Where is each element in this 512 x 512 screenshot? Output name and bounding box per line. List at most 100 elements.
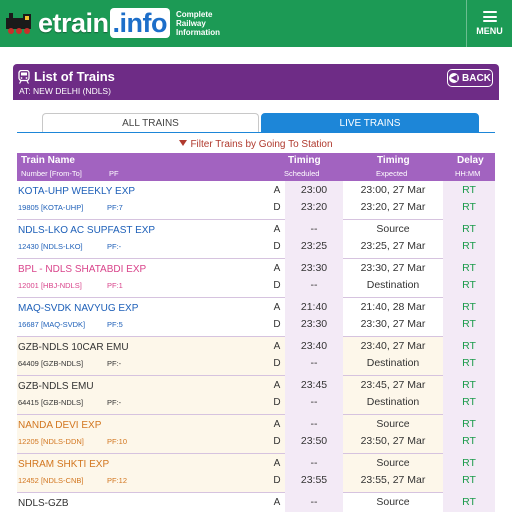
departure-label: D <box>273 397 281 408</box>
tagline-line-2: Railway <box>176 18 206 28</box>
expected-arrival: 23:45, 27 Mar <box>360 379 426 391</box>
expected-departure: 23:30, 27 Mar <box>360 318 426 330</box>
platform-number: PF:12 <box>107 476 128 485</box>
train-number: 19805 [KOTA-UHP] <box>18 203 84 212</box>
site-logo[interactable]: etrain .info Complete Railway Information <box>4 4 236 42</box>
scheduled-time-cell: 23:00 23:20 <box>285 181 343 220</box>
header-delay: Delay <box>457 155 484 166</box>
trains-table: KOTA-UHP WEEKLY EXP 19805 [KOTA-UHP] PF:7 A… <box>17 181 495 512</box>
scheduled-departure: -- <box>310 279 318 291</box>
expected-departure: 23:20, 27 Mar <box>360 201 426 213</box>
delay-cell: RT RT <box>443 220 495 259</box>
platform-number: PF:- <box>107 359 122 368</box>
train-name-link[interactable]: KOTA-UHP WEEKLY EXP <box>18 186 135 197</box>
table-row[interactable]: BPL - NDLS SHATABDI EXP 12001 [HBJ-NDLS] P… <box>17 259 495 298</box>
delay-cell: RT RT <box>443 298 495 337</box>
arrival-delay: RT <box>462 340 476 352</box>
departure-label: D <box>273 241 281 252</box>
table-row[interactable]: NANDA DEVI EXP 12205 [NDLS-DDN] PF:10 A D -- 2… <box>17 415 495 454</box>
menu-button[interactable]: MENU <box>466 0 512 47</box>
arrival-label: A <box>273 380 281 391</box>
header-timing-expected: Timing <box>377 155 410 166</box>
platform-number: PF:7 <box>107 203 123 212</box>
train-name-link[interactable]: NDLS-LKO AC SUPFAST EXP <box>18 225 155 236</box>
arrival-delay: RT <box>462 184 476 196</box>
scheduled-arrival: -- <box>310 496 318 508</box>
filter-icon <box>179 140 188 146</box>
platform-number: PF:1 <box>107 281 123 290</box>
table-row[interactable]: SHRAM SHKTI EXP 12452 [NDLS-CNB] PF:12 A D --… <box>17 454 495 493</box>
scheduled-arrival: 23:40 <box>300 340 328 352</box>
table-row[interactable]: GZB-NDLS EMU 64415 [GZB-NDLS] PF:- A D 23:45 -… <box>17 376 495 415</box>
arrival-label: A <box>273 341 281 352</box>
arrival-delay: RT <box>462 379 476 391</box>
train-number: 16687 [MAQ-SVDK] <box>18 320 86 329</box>
scheduled-arrival: -- <box>310 418 318 430</box>
train-name-link[interactable]: MAQ-SVDK NAVYUG EXP <box>18 303 138 314</box>
scheduled-arrival: -- <box>310 223 318 235</box>
arrival-label: A <box>273 302 281 313</box>
scheduled-departure: 23:30 <box>300 318 328 330</box>
departure-delay: RT <box>462 318 476 330</box>
tab-live-trains[interactable]: LIVE TRAINS <box>261 113 479 133</box>
scheduled-arrival: 23:00 <box>300 184 328 196</box>
header-expected-sub: Expected <box>376 169 408 178</box>
platform-number: PF:5 <box>107 320 123 329</box>
arrival-delay: RT <box>462 262 476 274</box>
table-row[interactable]: KOTA-UHP WEEKLY EXP 19805 [KOTA-UHP] PF:7 A… <box>17 181 495 220</box>
table-row[interactable]: GZB-NDLS 10CAR EMU 64409 [GZB-NDLS] PF:- A D… <box>17 337 495 376</box>
filter-label: Filter Trains by Going To Station <box>190 139 333 150</box>
train-number: 12001 [HBJ-NDLS] <box>18 281 82 290</box>
table-row[interactable]: NDLS-GZBAD--SourceRT <box>17 493 495 512</box>
tab-all-trains[interactable]: ALL TRAINS <box>42 113 259 133</box>
table-row[interactable]: MAQ-SVDK NAVYUG EXP 16687 [MAQ-SVDK] PF:5 A… <box>17 298 495 337</box>
train-front-icon <box>18 70 30 84</box>
expected-arrival: Source <box>376 457 410 469</box>
train-name-link[interactable]: GZB-NDLS EMU <box>18 381 94 392</box>
expected-departure: 23:50, 27 Mar <box>360 435 426 447</box>
scheduled-arrival: 23:45 <box>300 379 328 391</box>
scheduled-departure: 23:20 <box>300 201 328 213</box>
scheduled-time-cell: -- <box>285 493 343 512</box>
train-name-link[interactable]: NANDA DEVI EXP <box>18 420 101 431</box>
train-name-link[interactable]: NDLS-GZB <box>18 498 69 509</box>
arrival-delay: RT <box>462 496 476 508</box>
departure-label: D <box>273 358 281 369</box>
expected-arrival: 23:40, 27 Mar <box>360 340 426 352</box>
filter-link[interactable]: Filter Trains by Going To Station <box>0 139 512 150</box>
logo-tagline: Complete Railway Information <box>176 10 236 37</box>
arrival-label: A <box>273 497 281 508</box>
departure-label: D <box>273 436 281 447</box>
expected-departure: Destination <box>366 279 420 291</box>
expected-arrival: Source <box>376 418 410 430</box>
departure-label: D <box>273 475 281 486</box>
scheduled-time-cell: 23:30 -- <box>285 259 343 298</box>
scheduled-time-cell: -- 23:25 <box>285 220 343 259</box>
table-row[interactable]: NDLS-LKO AC SUPFAST EXP 12430 [NDLS-LKO] P… <box>17 220 495 259</box>
logo-suffix: .info <box>109 7 171 38</box>
scheduled-time-cell: -- 23:55 <box>285 454 343 493</box>
train-name-link[interactable]: SHRAM SHKTI EXP <box>18 459 109 470</box>
platform-number: PF:- <box>107 398 122 407</box>
expected-arrival: 21:40, 28 Mar <box>360 301 426 313</box>
delay-cell: RT RT <box>443 337 495 376</box>
arrival-label: A <box>273 185 281 196</box>
back-button[interactable]: ◀ BACK <box>447 69 493 87</box>
back-label: BACK <box>462 72 491 84</box>
train-name-link[interactable]: GZB-NDLS 10CAR EMU <box>18 342 129 353</box>
departure-delay: RT <box>462 279 476 291</box>
header-pf-sub: PF <box>109 169 119 178</box>
departure-label: D <box>273 280 281 291</box>
tab-underline <box>17 132 495 133</box>
scheduled-arrival: -- <box>310 457 318 469</box>
expected-departure: 23:25, 27 Mar <box>360 240 426 252</box>
train-name-link[interactable]: BPL - NDLS SHATABDI EXP <box>18 264 146 275</box>
arrival-delay: RT <box>462 301 476 313</box>
expected-arrival: 23:30, 27 Mar <box>360 262 426 274</box>
tagline-line-1: Complete <box>176 9 213 19</box>
expected-departure: 23:55, 27 Mar <box>360 474 426 486</box>
arrival-label: A <box>273 458 281 469</box>
delay-cell: RT RT <box>443 259 495 298</box>
page-title: List of Trains <box>34 69 115 84</box>
train-number: 64409 [GZB-NDLS] <box>18 359 84 368</box>
